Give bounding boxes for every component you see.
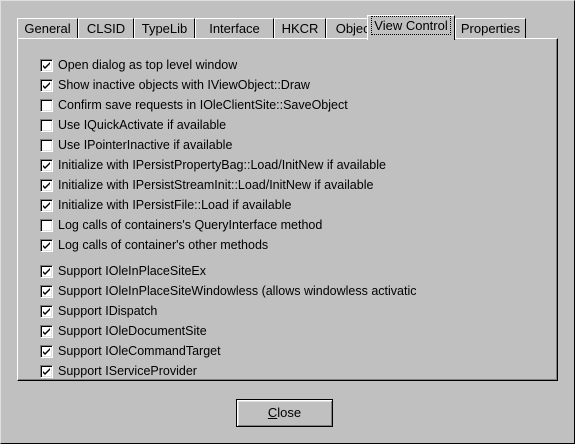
option-checkbox-row[interactable]: Use IQuickActivate if available [40, 117, 226, 133]
tab-label: CLSID [86, 21, 126, 36]
checkbox-checked[interactable] [40, 344, 53, 358]
option-label: Use IQuickActivate if available [58, 118, 227, 132]
properties-dialog: General CLSID TypeLib Interface HKCR Obj… [0, 0, 575, 444]
checkbox-unchecked[interactable] [40, 118, 53, 132]
option-label: Initialize with IPersistPropertyBag::Loa… [58, 158, 386, 172]
tab-view-control[interactable]: View Control [367, 15, 455, 40]
tab-clsid[interactable]: CLSID [78, 18, 134, 39]
checkbox-checked[interactable] [40, 198, 53, 212]
tab-hkcr[interactable]: HKCR [274, 18, 326, 39]
option-checkbox-row[interactable]: Initialize with IPersistPropertyBag::Loa… [40, 157, 386, 173]
checkbox-unchecked[interactable] [40, 98, 53, 112]
option-checkbox-row[interactable]: Support IDispatch [40, 303, 157, 319]
tab-label: Properties [460, 21, 521, 36]
option-checkbox-row[interactable]: Initialize with IPersistFile::Load if av… [40, 197, 291, 213]
checkbox-checked[interactable] [40, 264, 53, 278]
tab-label: HKCR [281, 21, 319, 36]
option-label: Initialize with IPersistStreamInit::Load… [58, 178, 374, 192]
checkbox-unchecked[interactable] [40, 138, 53, 152]
option-label: Use IPointerInactive if available [58, 138, 233, 152]
checkbox-checked[interactable] [40, 58, 53, 72]
tab-general[interactable]: General [17, 18, 78, 39]
checkbox-checked[interactable] [40, 284, 53, 298]
option-label: Log calls of container's other methods [58, 238, 269, 252]
option-checkbox-row[interactable]: Open dialog as top level window [40, 57, 237, 73]
tab-typelib[interactable]: TypeLib [134, 18, 195, 39]
tab-strip: General CLSID TypeLib Interface HKCR Obj… [17, 15, 557, 40]
option-checkbox-row[interactable]: Support IOleInPlaceSiteEx [40, 263, 206, 279]
option-checkbox-row[interactable]: Show inactive objects with IViewObject::… [40, 77, 310, 93]
option-checkbox-row[interactable]: Initialize with IPersistStreamInit::Load… [40, 177, 373, 193]
tab-label: General [24, 21, 71, 36]
checkbox-checked[interactable] [40, 238, 53, 252]
checkbox-checked[interactable] [40, 304, 53, 318]
checkbox-checked[interactable] [40, 78, 53, 92]
option-checkbox-row[interactable]: Log calls of containers's QueryInterface… [40, 217, 322, 233]
option-label: Support IDispatch [58, 304, 158, 318]
option-label: Confirm save requests in IOleClientSite:… [58, 98, 348, 112]
close-mnemonic: C [267, 405, 278, 420]
option-checkbox-row[interactable]: Support IServiceProvider [40, 363, 197, 379]
option-label: Open dialog as top level window [58, 58, 238, 72]
option-label: Show inactive objects with IViewObject::… [58, 78, 310, 92]
option-checkbox-row[interactable]: Log calls of container's other methods [40, 237, 268, 253]
checkbox-checked[interactable] [40, 364, 53, 378]
option-label: Initialize with IPersistFile::Load if av… [58, 198, 292, 212]
view-control-panel: Open dialog as top level window Show inac… [17, 38, 558, 381]
checkbox-unchecked[interactable] [40, 218, 53, 232]
option-label: Support IServiceProvider [58, 364, 197, 378]
checkbox-checked[interactable] [40, 158, 53, 172]
option-checkbox-row[interactable]: Support IOleInPlaceSiteWindowless (allow… [40, 283, 416, 299]
tab-label: TypeLib [141, 21, 188, 36]
tab-label: Interface [209, 21, 260, 36]
option-label: Log calls of containers's QueryInterface… [58, 218, 323, 232]
close-button[interactable]: Close [236, 399, 333, 427]
option-label: Support IOleDocumentSite [58, 324, 207, 338]
tab-properties[interactable]: Properties [455, 18, 526, 39]
option-checkbox-row[interactable]: Use IPointerInactive if available [40, 137, 232, 153]
option-label: Support IOleInPlaceSiteWindowless (allow… [58, 284, 417, 298]
tab-interface[interactable]: Interface [195, 18, 274, 39]
option-checkbox-row[interactable]: Confirm save requests in IOleClientSite:… [40, 97, 348, 113]
option-label: Support IOleInPlaceSiteEx [58, 264, 206, 278]
checkbox-checked[interactable] [40, 324, 53, 338]
option-checkbox-row[interactable]: Support IOleCommandTarget [40, 343, 221, 359]
option-checkbox-row[interactable]: Support IOleDocumentSite [40, 323, 207, 339]
option-label: Support IOleCommandTarget [58, 344, 221, 358]
close-label-rest: lose [277, 405, 302, 420]
tab-label: View Control [371, 16, 451, 35]
checkbox-checked[interactable] [40, 178, 53, 192]
